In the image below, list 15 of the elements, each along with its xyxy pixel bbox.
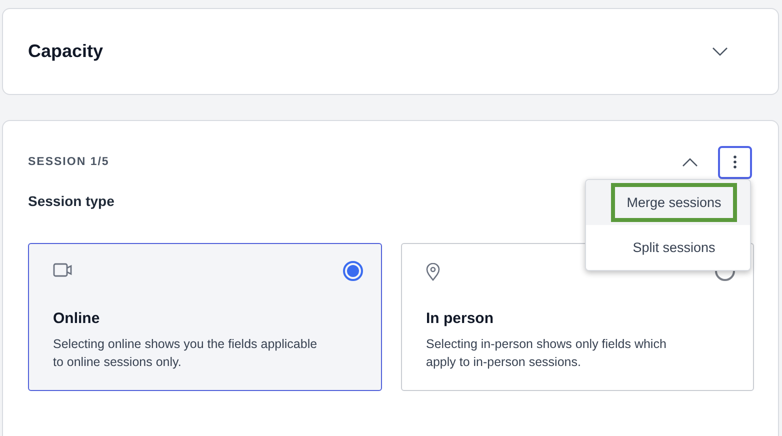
map-pin-icon: [426, 263, 440, 281]
option-title: In person: [426, 310, 495, 327]
menu-item[interactable]: Merge sessions: [586, 180, 750, 225]
option-description: Selecting in-person shows only fields which apply to in-person sessions.: [426, 336, 668, 371]
radio-button[interactable]: [343, 261, 363, 281]
option-description: Selecting online shows you the fields applicable to online sessions only.: [53, 336, 318, 371]
field-label: Session type: [28, 193, 114, 209]
option-title: Online: [53, 310, 101, 327]
menu-item[interactable]: Split sessions: [586, 225, 750, 270]
session-type-option[interactable]: Online Selecting online shows you the fields applicable to online sessions only.: [28, 243, 382, 391]
session-label: SESSION 1/5: [28, 156, 110, 168]
section-title: Capacity: [28, 41, 104, 62]
vertical-dots-icon: [733, 155, 737, 169]
more-options-button[interactable]: [718, 146, 752, 178]
video-camera-icon: [53, 263, 73, 277]
